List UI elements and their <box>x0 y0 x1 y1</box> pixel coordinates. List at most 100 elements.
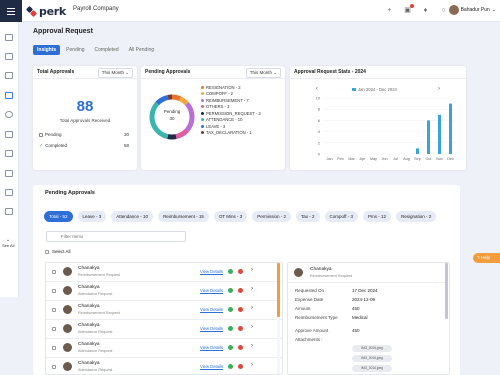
select-all[interactable]: Select All <box>45 249 71 254</box>
select-all-checkbox[interactable] <box>45 249 49 254</box>
y-tick-label: 4 <box>318 129 321 134</box>
approve-icon[interactable] <box>228 269 233 274</box>
table-row[interactable]: Chanakya Attendance Request View Details › <box>46 358 282 374</box>
filter-input[interactable] <box>46 231 186 242</box>
detail-field-value: 450 <box>352 328 360 333</box>
money-icon[interactable] <box>5 72 13 79</box>
team-icon[interactable] <box>5 189 13 196</box>
chevron-right-icon[interactable]: › <box>251 267 253 273</box>
row-checkbox[interactable] <box>52 289 56 293</box>
filter-chip[interactable]: Leave - 3 <box>77 211 107 222</box>
filter-chip[interactable]: Compoff - 3 <box>324 211 358 222</box>
view-details-link[interactable]: View Details <box>200 307 223 312</box>
table-row[interactable]: Chanakya Attendance Request View Details › <box>46 339 282 358</box>
book-icon[interactable] <box>5 150 13 157</box>
reject-icon[interactable] <box>238 307 243 312</box>
attachment-chip[interactable]: IMG_0016.jpeg <box>352 355 392 362</box>
request-type: Reimbursement Request <box>78 311 120 315</box>
view-details-link[interactable]: View Details <box>200 326 223 331</box>
attachment-chip[interactable]: IMG_0016.jpeg <box>352 365 392 372</box>
perk-logo[interactable]: perk <box>27 4 66 18</box>
period-select[interactable]: This Month ⌄ <box>245 68 281 78</box>
headset-icon[interactable]: ○ <box>439 6 448 15</box>
chevron-left-icon[interactable]: ‹ <box>316 86 318 92</box>
chevron-right-icon[interactable]: › <box>251 324 253 330</box>
filter-chip[interactable]: Resignation - 2 <box>396 211 437 222</box>
attachment-chip[interactable]: IMG_0016.jpeg <box>352 345 392 352</box>
divider <box>141 78 285 79</box>
plus-icon[interactable]: + <box>385 6 394 15</box>
row-checkbox[interactable] <box>52 327 56 331</box>
row-checkbox[interactable] <box>52 270 56 274</box>
filter-chip[interactable]: OT Mins - 3 <box>213 211 248 222</box>
tab-completed[interactable]: Completed <box>91 45 123 55</box>
list-scrollbar[interactable] <box>277 263 280 374</box>
clock-icon[interactable] <box>5 111 13 118</box>
approve-icon[interactable] <box>228 288 233 293</box>
approval-stats-card: Approval Request Stats - 2024 ‹ Jan 2024… <box>290 66 466 170</box>
reject-icon[interactable] <box>238 345 243 350</box>
avatar <box>63 305 72 314</box>
legend-label: PERMISSION_REQUEST - 2 <box>206 110 261 116</box>
approve-icon[interactable] <box>228 345 233 350</box>
x-tick-label: Jul <box>393 157 398 161</box>
chevron-right-icon[interactable]: › <box>251 286 253 292</box>
chevron-right-icon[interactable]: › <box>438 86 440 92</box>
divider <box>288 282 449 283</box>
document-icon[interactable] <box>5 131 13 138</box>
detail-field-value: 450 <box>352 306 360 311</box>
tab-bar: Insights Pending Completed All Pending <box>33 45 158 55</box>
legend-dot <box>201 124 204 128</box>
scrollbar-thumb[interactable] <box>277 263 280 317</box>
approve-icon[interactable] <box>228 326 233 331</box>
view-details-link[interactable]: View Details <box>200 269 223 274</box>
reject-icon[interactable] <box>238 269 243 274</box>
help-button[interactable]: ? Help <box>473 253 500 263</box>
tab-pending[interactable]: Pending <box>62 45 88 55</box>
period-select[interactable]: This Month ⌄ <box>97 68 133 78</box>
reject-icon[interactable] <box>238 364 243 369</box>
request-type: Attendance Request <box>78 330 113 334</box>
filter-chip[interactable]: Attendance - 10 <box>111 211 154 222</box>
approve-icon[interactable] <box>228 307 233 312</box>
view-details-link[interactable]: View Details <box>200 364 223 369</box>
detail-scrollbar[interactable] <box>445 263 448 319</box>
table-row[interactable]: Chanakya Reimbursement Request View Detail… <box>46 301 282 320</box>
user-menu[interactable]: Bahadur Pun ⌄ <box>448 5 496 15</box>
see-all-link[interactable]: See All <box>2 243 14 248</box>
approve-icon[interactable] <box>228 364 233 369</box>
row-checkbox[interactable] <box>52 365 56 369</box>
tab-insights[interactable]: Insights <box>33 45 61 55</box>
table-row[interactable]: Chanakya Attendance Request View Details › <box>46 320 282 339</box>
chevron-right-icon[interactable]: › <box>251 305 253 311</box>
row-checkbox[interactable] <box>52 346 56 350</box>
gift-icon[interactable]: ▣ <box>403 4 414 15</box>
period-value: This Month <box>249 70 272 75</box>
row-checkbox[interactable] <box>52 308 56 312</box>
filter-chip[interactable]: Total - 52 <box>44 211 73 222</box>
tab-all-pending[interactable]: All Pending <box>125 45 158 55</box>
wallet-icon[interactable] <box>5 34 13 41</box>
chart-icon[interactable] <box>5 208 13 215</box>
filter-chip[interactable]: Permission - 2 <box>252 211 292 222</box>
filter-chip[interactable]: Pms - 12 <box>362 211 391 222</box>
view-details-link[interactable]: View Details <box>200 345 223 350</box>
view-details-link[interactable]: View Details <box>200 288 223 293</box>
table-row[interactable]: Chanakya Attendance Request View Details › <box>46 282 282 301</box>
calendar-icon[interactable] <box>5 53 13 60</box>
request-type: Reimbursement Request <box>78 273 120 277</box>
filter-chip[interactable]: Tax - 2 <box>296 211 320 222</box>
chevron-right-icon[interactable]: › <box>251 343 253 349</box>
hamburger-menu-icon[interactable] <box>0 0 22 22</box>
filter-chip[interactable]: Reimbursement - 15 <box>158 211 209 222</box>
clipboard-icon[interactable] <box>5 92 13 99</box>
legend-dot <box>201 85 204 89</box>
bell-icon[interactable]: ♦ <box>421 6 430 15</box>
id-card-icon[interactable] <box>5 170 13 177</box>
total-approvals-label: Total Approvals Received <box>59 118 111 123</box>
requester-name: Chanakya <box>78 323 100 328</box>
reject-icon[interactable] <box>238 326 243 331</box>
chevron-right-icon[interactable]: › <box>251 362 253 368</box>
reject-icon[interactable] <box>238 288 243 293</box>
table-row[interactable]: Chanakya Reimbursement Request View Detail… <box>46 263 282 282</box>
